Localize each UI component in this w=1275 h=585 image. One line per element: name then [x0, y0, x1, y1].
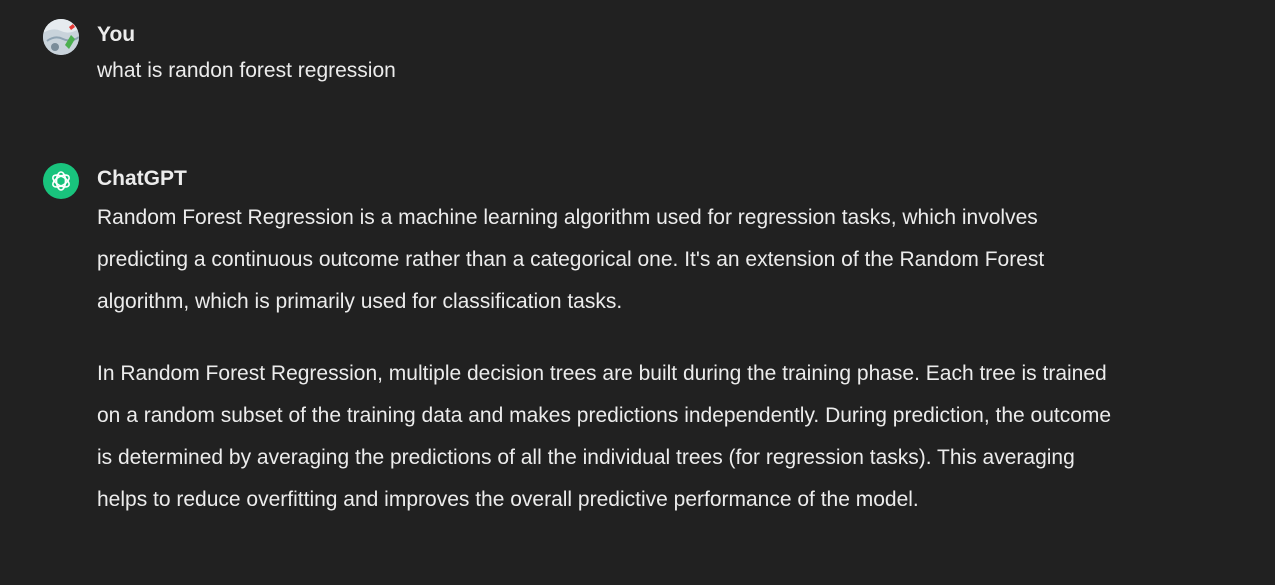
assistant-author-name: ChatGPT	[97, 167, 187, 190]
user-message-text: what is randon forest regression	[97, 59, 396, 82]
openai-logo-icon	[52, 171, 70, 191]
user-avatar[interactable]	[43, 19, 79, 55]
user-photo-avatar-icon	[43, 19, 79, 55]
assistant-paragraph: In Random Forest Regression, multiple de…	[97, 362, 1112, 511]
user-author-name: You	[97, 23, 136, 46]
assistant-avatar	[43, 163, 79, 199]
assistant-paragraph: Random Forest Regression is a machine le…	[97, 206, 1045, 313]
assistant-message-body: Random Forest Regression is a machine le…	[97, 197, 1127, 521]
